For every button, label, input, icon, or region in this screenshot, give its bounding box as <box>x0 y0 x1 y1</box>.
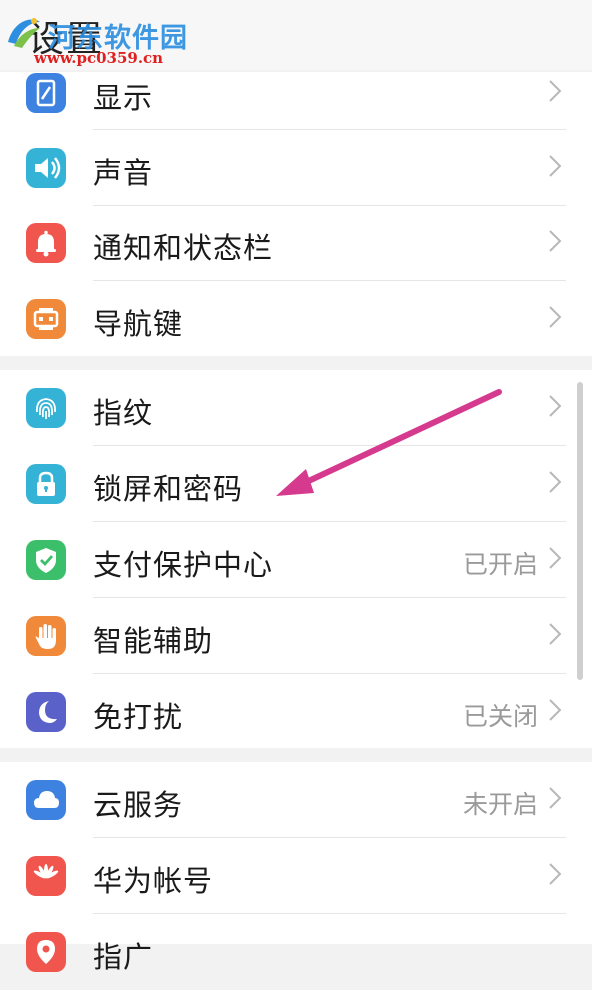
chevron-right-icon <box>549 80 562 102</box>
navigation-key-icon <box>26 299 66 339</box>
divider <box>93 129 566 130</box>
cloud-icon <box>26 780 66 820</box>
settings-item-label: 导航键 <box>93 307 184 341</box>
speaker-icon <box>26 148 66 188</box>
settings-item-label: 显示 <box>93 81 154 115</box>
moon-icon <box>26 692 66 732</box>
settings-item-label: 锁屏和密码 <box>93 472 244 506</box>
settings-item-notifications[interactable]: 通知和状态栏 <box>0 206 592 282</box>
settings-item-do-not-disturb[interactable]: 免打扰 已关闭 <box>0 674 592 750</box>
settings-item-status: 已开启 <box>462 550 538 579</box>
settings-item-huawei-account[interactable]: 华为帐号 <box>0 838 592 914</box>
lock-icon <box>26 464 66 504</box>
fingerprint-icon <box>26 388 66 428</box>
chevron-right-icon <box>549 230 562 252</box>
chevron-right-icon <box>549 155 562 177</box>
settings-item-cloud-service[interactable]: 云服务 未开启 <box>0 762 592 838</box>
divider <box>93 280 566 281</box>
settings-item-label: 智能辅助 <box>93 624 214 658</box>
settings-item-display[interactable]: 显示 <box>0 56 592 132</box>
chevron-right-icon <box>549 395 562 417</box>
settings-group-account: 云服务 未开启 华为帐号 指广 <box>0 762 592 974</box>
settings-item-status: 未开启 <box>462 790 538 819</box>
shield-check-icon <box>26 540 66 580</box>
settings-group-security: 指纹 锁屏和密码 支付保护中心 已开启 智能辅助 免打扰 已关闭 <box>0 370 592 748</box>
watermark-logo-icon <box>8 18 40 48</box>
settings-item-navigation-keys[interactable]: 导航键 <box>0 282 592 358</box>
settings-item-label: 声音 <box>93 156 154 190</box>
location-icon <box>26 932 66 972</box>
chevron-right-icon <box>549 471 562 493</box>
settings-item-label: 华为帐号 <box>93 864 214 898</box>
bell-icon <box>26 223 66 263</box>
settings-item-status: 已关闭 <box>462 702 538 731</box>
chevron-right-icon <box>549 787 562 809</box>
chevron-right-icon <box>549 547 562 569</box>
hand-icon <box>26 616 66 656</box>
chevron-right-icon <box>549 306 562 328</box>
settings-item-label: 免打扰 <box>93 700 184 734</box>
settings-item-payment-protection[interactable]: 支付保护中心 已开启 <box>0 522 592 598</box>
chevron-right-icon <box>549 699 562 721</box>
settings-item-smart-assistance[interactable]: 智能辅助 <box>0 598 592 674</box>
scrollbar[interactable] <box>577 382 583 680</box>
settings-item-label: 通知和状态栏 <box>93 231 274 265</box>
display-icon <box>26 73 66 113</box>
settings-item-sound[interactable]: 声音 <box>0 131 592 207</box>
settings-item-lock-screen[interactable]: 锁屏和密码 <box>0 446 592 522</box>
settings-item-location[interactable]: 指广 <box>0 914 592 990</box>
chevron-right-icon <box>549 623 562 645</box>
settings-group-display: 显示 声音 通知和状态栏 导航键 <box>0 72 592 356</box>
settings-item-label: 云服务 <box>93 788 184 822</box>
settings-item-label: 指广 <box>93 940 154 974</box>
huawei-logo-icon <box>26 856 66 896</box>
settings-item-label: 支付保护中心 <box>93 548 274 582</box>
settings-item-label: 指纹 <box>93 396 154 430</box>
settings-item-fingerprint[interactable]: 指纹 <box>0 370 592 446</box>
chevron-right-icon <box>549 863 562 885</box>
